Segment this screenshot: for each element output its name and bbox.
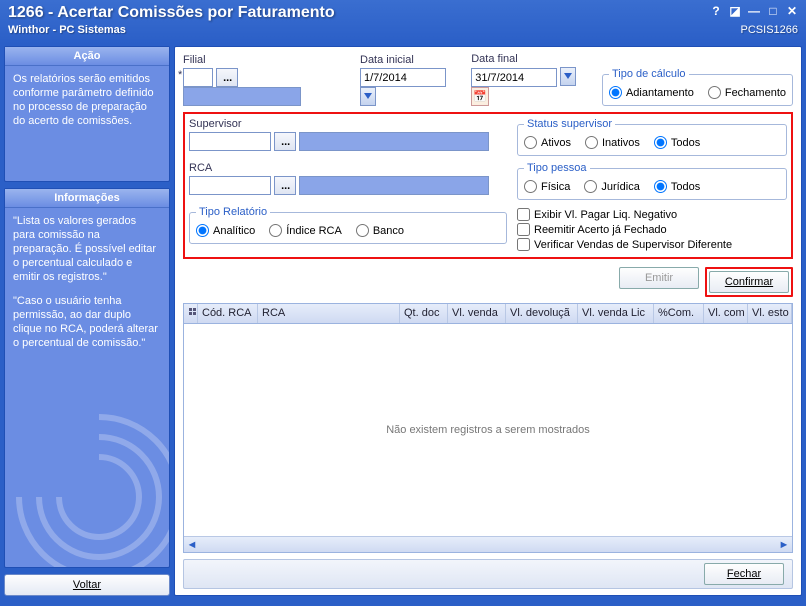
info-panel: Informações "Lista os valores gerados pa…: [4, 188, 170, 568]
radio-fechamento[interactable]: Fechamento: [708, 86, 786, 99]
grid-horizontal-scrollbar[interactable]: ◄ ►: [184, 536, 792, 552]
info-text-1: "Lista os valores gerados para comissão …: [13, 214, 161, 284]
radio-tp-todos[interactable]: Todos: [654, 180, 700, 193]
check-reemitir[interactable]: Reemitir Acerto já Fechado: [517, 223, 787, 236]
radio-inativos[interactable]: Inativos: [585, 136, 640, 149]
tipo-pessoa-legend: Tipo pessoa: [524, 162, 590, 174]
rca-input[interactable]: [189, 176, 271, 195]
radio-ss-todos[interactable]: Todos: [654, 136, 700, 149]
data-final-input[interactable]: [471, 68, 557, 87]
radio-fisica[interactable]: Física: [524, 180, 570, 193]
radio-adiantamento[interactable]: Adiantamento: [609, 86, 694, 99]
back-button[interactable]: Voltar: [4, 574, 170, 596]
window-title: 1266 - Acertar Comissões por Faturamento: [8, 4, 798, 22]
window-subtitle: Winthor - PC Sistemas: [8, 24, 798, 36]
highlighted-filter-box: Supervisor ... Status supervisor Ativos …: [183, 112, 793, 259]
rca-label: RCA: [189, 162, 507, 174]
tipo-calculo-legend: Tipo de cálculo: [609, 68, 689, 80]
scroll-right-icon[interactable]: ►: [776, 538, 792, 552]
grid-col-vldevolucao[interactable]: Vl. devoluçã: [506, 304, 578, 323]
help-icon[interactable]: ?: [708, 4, 724, 18]
data-final-label: Data final: [471, 53, 588, 65]
action-panel: Ação Os relatórios serão emitidos confor…: [4, 46, 170, 182]
maximize-icon[interactable]: □: [765, 4, 781, 18]
grid-body: Não existem registros a serem mostrados: [184, 324, 792, 536]
footer-bar: Fechar: [183, 559, 793, 589]
grid-col-codigo[interactable]: Cód. RCA: [198, 304, 258, 323]
grid-col-vlvenda[interactable]: Vl. venda: [448, 304, 506, 323]
check-verificar[interactable]: Verificar Vendas de Supervisor Diferente: [517, 238, 787, 251]
decoration-swirl: [5, 397, 169, 567]
radio-juridica[interactable]: Jurídica: [584, 180, 640, 193]
confirmar-button[interactable]: Confirmar: [709, 271, 789, 293]
supervisor-label: Supervisor: [189, 118, 507, 130]
grid-col-selector[interactable]: [184, 304, 198, 323]
grid-col-vlcom[interactable]: Vl. com: [704, 304, 748, 323]
tipo-pessoa-group: Tipo pessoa Física Jurídica Todos: [517, 162, 787, 200]
tipo-relatorio-group: Tipo Relatório Analítico Índice RCA Banc…: [189, 206, 507, 244]
tipo-relatorio-legend: Tipo Relatório: [196, 206, 270, 218]
main-panel: Filial ... Data inicial Data final 📅 Tip…: [174, 46, 802, 596]
grid-empty-text: Não existem registros a serem mostrados: [386, 424, 590, 436]
radio-indice[interactable]: Índice RCA: [269, 224, 342, 237]
grid-col-vlvendalic[interactable]: Vl. venda Lic: [578, 304, 654, 323]
fechar-button[interactable]: Fechar: [704, 563, 784, 585]
filial-label: Filial: [183, 54, 346, 66]
tipo-calculo-group: Tipo de cálculo Adiantamento Fechamento: [602, 68, 793, 106]
results-grid: Cód. RCA RCA Qt. doc Vl. venda Vl. devol…: [183, 303, 793, 553]
close-icon[interactable]: ✕: [784, 4, 800, 18]
data-inicial-dropdown-icon[interactable]: [360, 87, 376, 106]
titlebar: 1266 - Acertar Comissões por Faturamento…: [0, 0, 806, 44]
info-panel-body: "Lista os valores gerados para comissão …: [5, 208, 169, 567]
grid-row-indicator: *: [178, 69, 182, 81]
data-inicial-label: Data inicial: [360, 54, 457, 66]
action-panel-head: Ação: [5, 47, 169, 66]
grid-col-pcom[interactable]: %Com.: [654, 304, 704, 323]
minimize-icon[interactable]: —: [746, 4, 762, 18]
grid-header: Cód. RCA RCA Qt. doc Vl. venda Vl. devol…: [184, 304, 792, 324]
radio-analitico[interactable]: Analítico: [196, 224, 255, 237]
emitir-button[interactable]: Emitir: [619, 267, 699, 289]
radio-banco[interactable]: Banco: [356, 224, 404, 237]
filial-lookup-button[interactable]: ...: [216, 68, 238, 87]
rca-display: [299, 176, 489, 195]
supervisor-input[interactable]: [189, 132, 271, 151]
edit-icon[interactable]: ◪: [727, 4, 743, 18]
grid-corner-icon: [188, 307, 198, 317]
grid-col-qtdoc[interactable]: Qt. doc: [400, 304, 448, 323]
data-inicial-input[interactable]: [360, 68, 446, 87]
check-negativo[interactable]: Exibir Vl. Pagar Liq. Negativo: [517, 208, 787, 221]
scroll-left-icon[interactable]: ◄: [184, 538, 200, 552]
filial-input[interactable]: [183, 68, 213, 87]
supervisor-display: [299, 132, 489, 151]
grid-col-vlesto[interactable]: Vl. esto: [748, 304, 792, 323]
grid-col-rca[interactable]: RCA: [258, 304, 400, 323]
status-supervisor-legend: Status supervisor: [524, 118, 615, 130]
info-text-2: "Caso o usuário tenha permissão, ao dar …: [13, 294, 161, 350]
radio-ativos[interactable]: Ativos: [524, 136, 571, 149]
calendar-icon[interactable]: 📅: [471, 87, 489, 106]
info-panel-head: Informações: [5, 189, 169, 208]
supervisor-lookup-button[interactable]: ...: [274, 132, 296, 151]
rca-lookup-button[interactable]: ...: [274, 176, 296, 195]
filial-display: [183, 87, 301, 106]
action-panel-body: Os relatórios serão emitidos conforme pa…: [5, 66, 169, 181]
module-code: PCSIS1266: [741, 24, 798, 36]
status-supervisor-group: Status supervisor Ativos Inativos Todos: [517, 118, 787, 156]
data-final-dropdown-icon[interactable]: [560, 67, 576, 86]
